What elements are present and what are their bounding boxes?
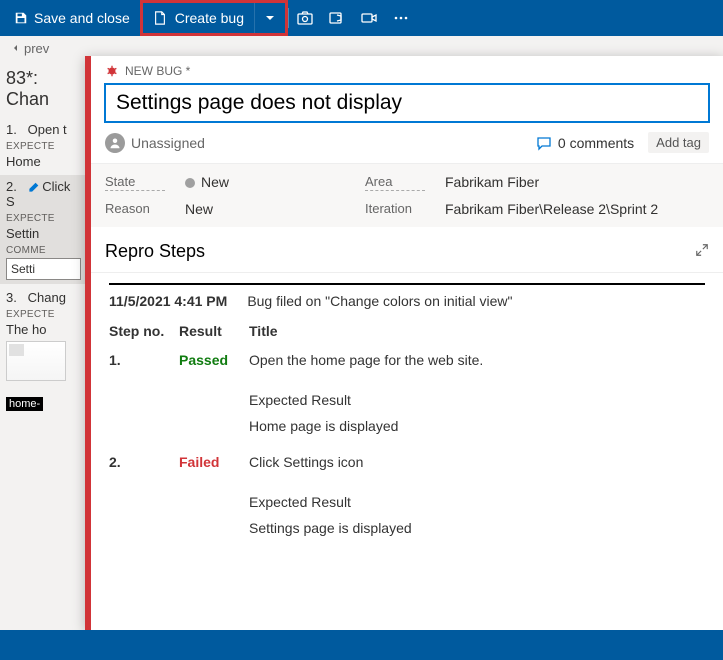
step2-comment-label: COMME bbox=[6, 245, 81, 256]
chevron-down-icon bbox=[265, 13, 275, 23]
assignee-text: Unassigned bbox=[131, 135, 205, 151]
prev-text: prev bbox=[24, 41, 49, 56]
repro-row-1: 1. Passed Open the home page for the web… bbox=[109, 344, 705, 434]
step3-num: 3. bbox=[6, 290, 24, 305]
create-bug-button[interactable]: Create bug bbox=[143, 3, 254, 33]
bottom-bar bbox=[0, 630, 723, 660]
bug-title-input[interactable] bbox=[105, 84, 709, 122]
video-button[interactable] bbox=[353, 0, 385, 36]
step3-expected-label: EXPECTE bbox=[6, 309, 85, 320]
step2-comment-input[interactable]: Setti bbox=[6, 258, 81, 280]
repro-steps-body[interactable]: 11/5/2021 4:41 PM Bug filed on "Change c… bbox=[91, 273, 723, 630]
state-dot-icon bbox=[185, 178, 195, 188]
step2-num: 2. bbox=[6, 179, 24, 194]
row1-result: Passed bbox=[179, 352, 249, 434]
state-text: New bbox=[201, 174, 229, 190]
row2-num: 2. bbox=[109, 454, 179, 536]
action-button[interactable] bbox=[321, 0, 353, 36]
comment-icon bbox=[536, 135, 552, 151]
bug-type-row: NEW BUG * bbox=[105, 64, 709, 78]
row1-expected: Home page is displayed bbox=[249, 418, 705, 434]
row1-num: 1. bbox=[109, 352, 179, 434]
reason-value[interactable]: New bbox=[185, 201, 345, 217]
bug-header: NEW BUG * Unassigned 0 comments Add tag bbox=[91, 56, 723, 163]
document-icon bbox=[153, 11, 167, 25]
create-bug-dropdown[interactable] bbox=[254, 3, 285, 33]
save-label: Save and close bbox=[34, 10, 130, 26]
step1-text: Open t bbox=[28, 122, 67, 137]
step1-expected-label: EXPECTE bbox=[6, 141, 85, 152]
comments-text: 0 comments bbox=[558, 135, 634, 151]
col-title: Title bbox=[249, 323, 705, 339]
step3-text: Chang bbox=[28, 290, 66, 305]
main-area: 83*: Chan 1. Open t EXPECTE Home 2. Clic… bbox=[0, 60, 723, 630]
repro-table-header: Step no. Result Title bbox=[109, 323, 705, 344]
right-meta: 0 comments Add tag bbox=[536, 132, 709, 153]
person-icon bbox=[109, 137, 121, 149]
bug-icon bbox=[105, 64, 119, 78]
row1-body: Open the home page for the web site. Exp… bbox=[249, 352, 705, 434]
state-label: State bbox=[105, 174, 165, 191]
step1-expected: Home bbox=[6, 154, 85, 169]
expand-icon bbox=[695, 243, 709, 257]
repro-title: Repro Steps bbox=[105, 241, 205, 262]
repro-row-2: 2. Failed Click Settings icon Expected R… bbox=[109, 434, 705, 536]
screenshot-button[interactable] bbox=[289, 0, 321, 36]
repro-filed-on: Bug filed on "Change colors on initial v… bbox=[247, 293, 512, 309]
prev-link[interactable]: prev bbox=[12, 41, 49, 56]
save-and-close-button[interactable]: Save and close bbox=[4, 0, 140, 36]
camera-icon bbox=[297, 10, 313, 26]
save-icon bbox=[14, 11, 28, 25]
test-case-title: 83*: Chan bbox=[6, 68, 85, 116]
repro-divider bbox=[109, 283, 705, 285]
repro-meta: 11/5/2021 4:41 PM Bug filed on "Change c… bbox=[109, 293, 705, 309]
record-icon bbox=[329, 10, 345, 26]
comments-button[interactable]: 0 comments bbox=[536, 135, 634, 151]
iteration-label: Iteration bbox=[365, 201, 425, 217]
toolbar: Save and close Create bug bbox=[0, 0, 723, 36]
create-bug-label: Create bug bbox=[175, 10, 244, 26]
bug-fields: State New Area Fabrikam Fiber Reason New… bbox=[91, 163, 723, 227]
thumbnail-image[interactable] bbox=[6, 341, 66, 381]
left-test-steps: 83*: Chan 1. Open t EXPECTE Home 2. Clic… bbox=[0, 60, 85, 630]
left-step-3[interactable]: 3. Chang EXPECTE The ho home- bbox=[6, 284, 85, 417]
chevron-left-icon bbox=[12, 44, 20, 52]
bug-type-label: NEW BUG * bbox=[125, 64, 190, 78]
add-tag-button[interactable]: Add tag bbox=[648, 132, 709, 153]
step2-expected: Settin bbox=[6, 226, 81, 241]
row2-title: Click Settings icon bbox=[249, 454, 705, 470]
repro-timestamp: 11/5/2021 4:41 PM bbox=[109, 293, 227, 309]
row2-body: Click Settings icon Expected Result Sett… bbox=[249, 454, 705, 536]
left-step-2[interactable]: 2. Click S EXPECTE Settin COMME Setti bbox=[0, 175, 85, 284]
repro-section-header: Repro Steps bbox=[91, 227, 723, 273]
row2-result: Failed bbox=[179, 454, 249, 536]
step2-expected-label: EXPECTE bbox=[6, 213, 81, 224]
row2-expected: Settings page is displayed bbox=[249, 520, 705, 536]
area-value[interactable]: Fabrikam Fiber bbox=[445, 174, 709, 191]
step3-expected: The ho bbox=[6, 322, 85, 337]
create-bug-highlight: Create bug bbox=[140, 0, 288, 36]
more-icon bbox=[393, 10, 409, 26]
more-button[interactable] bbox=[385, 0, 417, 36]
state-value[interactable]: New bbox=[185, 174, 345, 191]
reason-label: Reason bbox=[105, 201, 165, 217]
col-step: Step no. bbox=[109, 323, 179, 339]
bug-meta-row: Unassigned 0 comments Add tag bbox=[105, 122, 709, 163]
video-icon bbox=[361, 10, 377, 26]
avatar bbox=[105, 133, 125, 153]
new-bug-panel: NEW BUG * Unassigned 0 comments Add tag bbox=[85, 56, 723, 630]
area-label: Area bbox=[365, 174, 425, 191]
row2-expected-label: Expected Result bbox=[249, 494, 705, 510]
row1-title: Open the home page for the web site. bbox=[249, 352, 705, 368]
thumbnail-label: home- bbox=[6, 397, 43, 411]
edit-icon bbox=[28, 182, 39, 193]
left-step-1[interactable]: 1. Open t EXPECTE Home bbox=[6, 116, 85, 175]
step1-num: 1. bbox=[6, 122, 24, 137]
expand-button[interactable] bbox=[695, 241, 709, 262]
assignee-picker[interactable]: Unassigned bbox=[105, 133, 205, 153]
col-result: Result bbox=[179, 323, 249, 339]
row1-expected-label: Expected Result bbox=[249, 392, 705, 408]
iteration-value[interactable]: Fabrikam Fiber\Release 2\Sprint 2 bbox=[445, 201, 709, 217]
